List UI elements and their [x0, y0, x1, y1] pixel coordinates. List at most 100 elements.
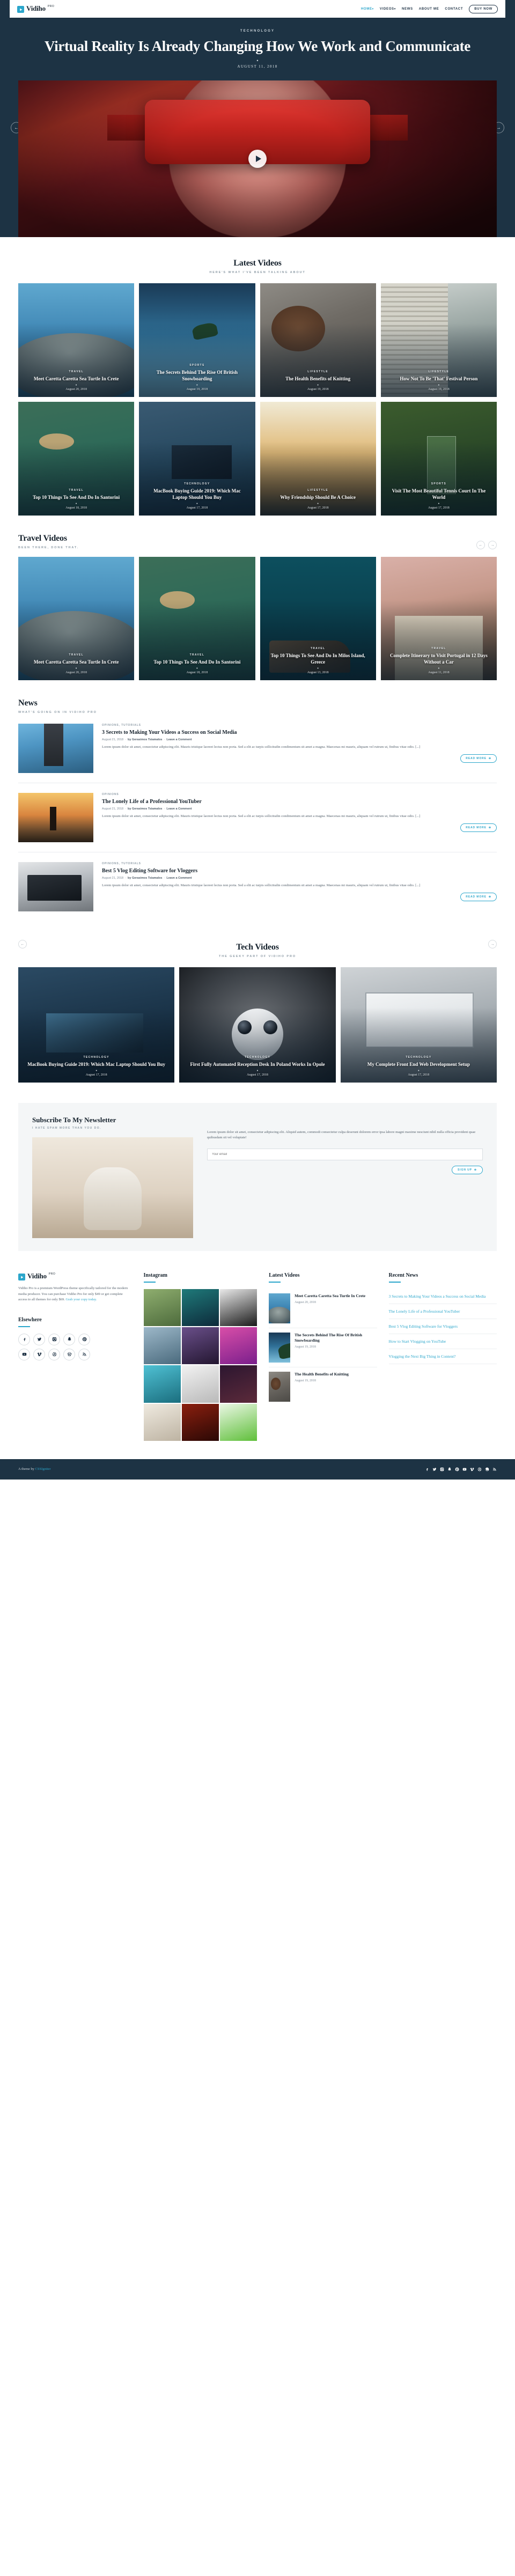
video-card[interactable]: TRAVEL Complete Itinerary to Visit Portu…: [380, 557, 497, 680]
card-title[interactable]: The Health Benefits of Knitting: [267, 376, 370, 382]
tech-next-button[interactable]: →: [488, 940, 497, 948]
card-category[interactable]: TRAVEL: [145, 653, 248, 657]
card-title[interactable]: Meet Caretta Caretta Sea Turtle In Crete: [25, 376, 128, 382]
read-more-button[interactable]: READ MORE ⊕: [460, 823, 497, 832]
video-card[interactable]: LIFESTYLE The Health Benefits of Knittin…: [260, 283, 376, 397]
nav-item-news[interactable]: NEWS: [402, 8, 413, 11]
play-icon[interactable]: [248, 150, 267, 168]
tech-prev-button[interactable]: ←: [18, 940, 27, 948]
instagram-tile[interactable]: [181, 1403, 219, 1441]
facebook-icon[interactable]: [18, 1333, 30, 1345]
hero-category[interactable]: TECHNOLOGY: [38, 30, 477, 33]
nav-item-contact[interactable]: CONTACT: [445, 8, 463, 11]
news-comment-link[interactable]: Leave a Comment: [166, 807, 192, 811]
instagram-tile[interactable]: [219, 1403, 258, 1441]
news-category[interactable]: OPINIONS, TUTORIALS: [102, 724, 497, 727]
wordpress-icon[interactable]: [485, 1464, 489, 1474]
video-card[interactable]: TECHNOLOGY MacBook Buying Guide 2019: Wh…: [139, 402, 255, 516]
video-card[interactable]: LIFESTYLE How Not To Be 'That' Festival …: [380, 283, 497, 397]
pinterest-icon[interactable]: [455, 1464, 459, 1474]
nav-item-about[interactable]: ABOUT ME: [419, 8, 439, 11]
card-title[interactable]: Why Friendship Should Be A Choice: [267, 494, 370, 501]
news-author[interactable]: by Gerasimos Tsiamalos: [128, 738, 162, 741]
card-category[interactable]: TECHNOLOGY: [145, 482, 248, 485]
instagram-tile[interactable]: [181, 1365, 219, 1403]
footer-recent-link[interactable]: How to Start Vlogging on YouTube: [389, 1338, 497, 1344]
card-category[interactable]: TRAVEL: [25, 653, 128, 657]
snapchat-icon[interactable]: [447, 1464, 452, 1474]
video-card[interactable]: TECHNOLOGY My Complete Front End Web Dev…: [340, 967, 497, 1083]
news-thumbnail[interactable]: [18, 862, 93, 911]
card-category[interactable]: SPORTS: [387, 482, 490, 485]
vimeo-icon[interactable]: [470, 1464, 474, 1474]
video-card[interactable]: SPORTS Visit The Most Beautiful Tennis C…: [380, 402, 497, 516]
card-category[interactable]: TECHNOLOGY: [186, 1056, 329, 1059]
card-category[interactable]: TRAVEL: [267, 647, 370, 650]
instagram-tile[interactable]: [143, 1365, 181, 1403]
main-navigation[interactable]: HOME▾ VIDEOS▾ NEWS ABOUT ME CONTACT BUY …: [361, 4, 498, 13]
vimeo-icon[interactable]: [33, 1348, 45, 1360]
rss-icon[interactable]: [492, 1464, 497, 1474]
video-card[interactable]: LIFESTYLE Why Friendship Should Be A Cho…: [260, 402, 376, 516]
card-category[interactable]: LIFESTYLE: [267, 489, 370, 492]
card-title[interactable]: How Not To Be 'That' Festival Person: [387, 376, 490, 382]
card-title[interactable]: Meet Caretta Caretta Sea Turtle In Crete: [25, 659, 128, 665]
news-comment-link[interactable]: Leave a Comment: [166, 738, 192, 741]
travel-prev-button[interactable]: ←: [476, 541, 485, 549]
site-logo[interactable]: Vidiho PRO: [17, 5, 54, 13]
newsletter-email-input[interactable]: [207, 1149, 483, 1160]
news-comment-link[interactable]: Leave a Comment: [166, 877, 192, 880]
pinterest-icon[interactable]: [78, 1333, 90, 1345]
footer-logo[interactable]: Vidiho PRO: [18, 1272, 132, 1280]
card-title[interactable]: Top 10 Things To See And Do In Milos Isl…: [267, 652, 370, 665]
footer-latest-title[interactable]: The Health Benefits of Knitting: [295, 1372, 349, 1377]
footer-recent-link[interactable]: Best 5 Vlog Editing Software for Vlogger…: [389, 1323, 497, 1329]
news-thumbnail[interactable]: [18, 793, 93, 842]
video-card[interactable]: TRAVEL Top 10 Things To See And Do In Sa…: [18, 402, 135, 516]
news-item[interactable]: OPINIONS, TUTORIALS 3 Secrets to Making …: [18, 714, 497, 783]
news-item[interactable]: OPINIONS The Lonely Life of a Profession…: [18, 783, 497, 852]
facebook-icon[interactable]: [425, 1464, 429, 1474]
card-title[interactable]: MacBook Buying Guide 2019: Which Mac Lap…: [25, 1061, 168, 1068]
footer-recent-link[interactable]: 3 Secrets to Making Your Videos a Succes…: [389, 1293, 497, 1299]
video-card[interactable]: TRAVEL Meet Caretta Caretta Sea Turtle I…: [18, 283, 135, 397]
instagram-icon[interactable]: [440, 1464, 444, 1474]
instagram-tile[interactable]: [143, 1403, 181, 1441]
video-card[interactable]: TRAVEL Top 10 Things To See And Do In Sa…: [139, 557, 255, 680]
news-author[interactable]: by Gerasimos Tsiamalos: [128, 807, 162, 811]
footer-latest-item[interactable]: The Health Benefits of Knitting August 1…: [269, 1367, 377, 1406]
news-category[interactable]: OPINIONS: [102, 793, 497, 796]
news-author[interactable]: by Gerasimos Tsiamalos: [128, 877, 162, 880]
buy-now-button[interactable]: BUY NOW: [469, 4, 498, 13]
twitter-icon[interactable]: [432, 1464, 437, 1474]
card-category[interactable]: TRAVEL: [387, 647, 490, 650]
video-card[interactable]: TRAVEL Meet Caretta Caretta Sea Turtle I…: [18, 557, 135, 680]
card-category[interactable]: LIFESTYLE: [267, 370, 370, 373]
instagram-tile[interactable]: [219, 1289, 258, 1327]
wordpress-icon[interactable]: [63, 1348, 75, 1360]
travel-next-button[interactable]: →: [488, 541, 497, 549]
card-category[interactable]: TRAVEL: [25, 370, 128, 373]
dribbble-icon[interactable]: [48, 1348, 60, 1360]
card-category[interactable]: TRAVEL: [25, 489, 128, 492]
nav-item-home[interactable]: HOME▾: [361, 8, 374, 11]
card-title[interactable]: Visit The Most Beautiful Tennis Court In…: [387, 488, 490, 501]
instagram-tile[interactable]: [143, 1289, 181, 1327]
instagram-tile[interactable]: [219, 1365, 258, 1403]
youtube-icon[interactable]: [18, 1348, 30, 1360]
read-more-button[interactable]: READ MORE ⊕: [460, 893, 497, 901]
instagram-tile[interactable]: [181, 1327, 219, 1365]
read-more-button[interactable]: READ MORE ⊕: [460, 754, 497, 763]
news-category[interactable]: OPINIONS, TUTORIALS: [102, 862, 497, 865]
card-category[interactable]: TECHNOLOGY: [25, 1056, 168, 1059]
card-category[interactable]: LIFESTYLE: [387, 370, 490, 373]
card-title[interactable]: MacBook Buying Guide 2019: Which Mac Lap…: [145, 488, 248, 501]
card-title[interactable]: Complete Itinerary to Visit Portugal in …: [387, 652, 490, 665]
news-thumbnail[interactable]: [18, 724, 93, 773]
hero-title[interactable]: Virtual Reality Is Already Changing How …: [38, 38, 477, 55]
card-category[interactable]: SPORTS: [145, 364, 248, 367]
news-title[interactable]: 3 Secrets to Making Your Videos a Succes…: [102, 729, 497, 736]
instagram-tile[interactable]: [143, 1327, 181, 1365]
card-category[interactable]: TECHNOLOGY: [347, 1056, 490, 1059]
footer-recent-link[interactable]: Vlogging the Next Big Thing in Content?: [389, 1353, 497, 1359]
